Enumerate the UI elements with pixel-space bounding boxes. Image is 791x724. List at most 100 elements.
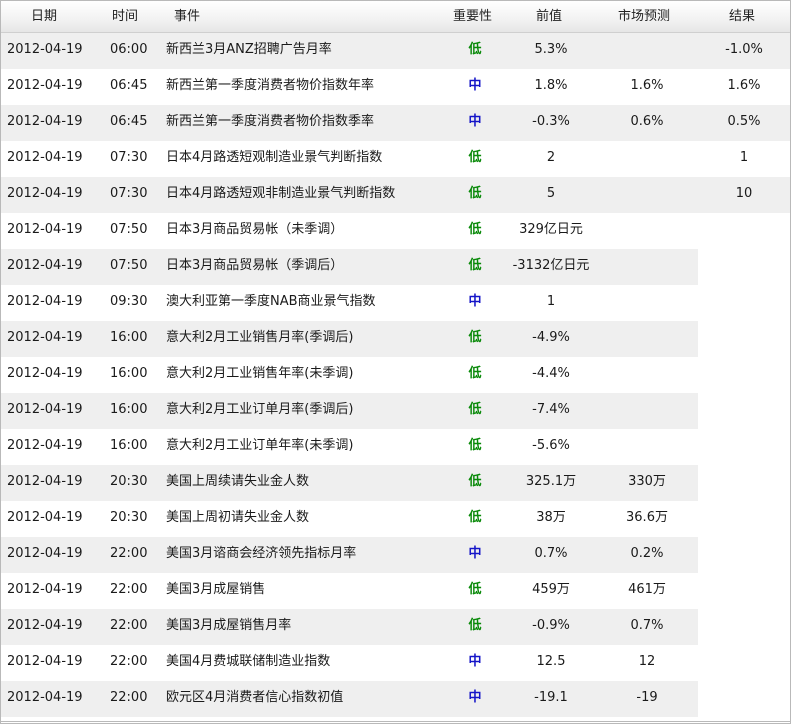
cell-result: 10 [735, 186, 753, 201]
cell-time: 07:50 [110, 222, 148, 237]
cell-importance: 低 [468, 330, 482, 345]
cell-result: 1.6% [727, 78, 761, 93]
cell-result [699, 609, 789, 645]
cell-forecast: 1.6% [630, 78, 664, 93]
cell-time: 22:00 [110, 618, 148, 633]
table-row: 2012-04-19 16:00 意大利2月工业销售月率(季调后) 低 -4.9% [1, 321, 790, 357]
cell-previous: -4.9% [532, 330, 570, 345]
cell-importance: 低 [468, 402, 482, 417]
cell-forecast [599, 393, 695, 429]
cell-time: 07:50 [110, 258, 148, 273]
cell-event: 美国3月谘商会经济领先指标月率 [166, 546, 357, 561]
cell-forecast [599, 321, 695, 357]
table-row: 2012-04-19 22:00 欧元区4月消费者信心指数初值 中 -19.1 -19 [1, 681, 790, 717]
header-previous: 前值 [536, 9, 563, 24]
cell-event: 日本3月商品贸易帐（未季调） [166, 222, 344, 237]
cell-time: 22:00 [110, 690, 148, 705]
cell-forecast [599, 429, 695, 465]
cell-time: 09:30 [110, 294, 148, 309]
table-row: 2012-04-19 09:30 澳大利亚第一季度NAB商业景气指数 中 1 [1, 285, 790, 321]
cell-forecast: 0.7% [630, 618, 664, 633]
cell-result [699, 321, 789, 357]
cell-previous: 12.5 [536, 654, 566, 669]
cell-time: 16:00 [110, 402, 148, 417]
cell-result: 1 [739, 150, 749, 165]
table-row: 2012-04-19 07:50 日本3月商品贸易帐（未季调） 低 329亿日元 [1, 213, 790, 249]
header-importance: 重要性 [453, 9, 493, 24]
cell-date: 2012-04-19 [7, 690, 83, 705]
cell-forecast [599, 177, 695, 213]
table-row: 2012-04-19 06:45 新西兰第一季度消费者物价指数年率 中 1.8% 1.6%… [1, 69, 790, 105]
cell-importance: 低 [468, 510, 482, 525]
cell-previous: -0.3% [532, 114, 570, 129]
cell-result [699, 537, 789, 573]
cell-date: 2012-04-19 [7, 78, 83, 93]
cell-event: 意大利2月工业销售月率(季调后) [166, 330, 354, 345]
cell-previous: -5.6% [532, 438, 570, 453]
cell-forecast [599, 213, 695, 249]
cell-date: 2012-04-19 [7, 294, 83, 309]
cell-forecast: -19 [636, 690, 658, 705]
cell-importance: 中 [468, 114, 482, 129]
cell-importance: 中 [468, 654, 482, 669]
cell-importance: 低 [468, 438, 482, 453]
header-result: 结果 [729, 9, 756, 24]
table-row: 2012-04-19 16:00 意大利2月工业订单月率(季调后) 低 -7.4% [1, 393, 790, 429]
cell-previous: 2 [546, 150, 556, 165]
cell-time: 16:00 [110, 438, 148, 453]
cell-forecast: 36.6万 [626, 510, 668, 525]
cell-forecast [599, 285, 695, 321]
cell-importance: 低 [468, 258, 482, 273]
cell-forecast [599, 33, 695, 69]
cell-result [699, 501, 789, 537]
cell-time: 16:00 [110, 330, 148, 345]
cell-importance: 中 [468, 294, 482, 309]
table-row: 2012-04-19 07:30 日本4月路透短观制造业景气判断指数 低 2 1 [1, 141, 790, 177]
table-header: 日期 时间 事件 重要性 前值 市场预测 结果 [1, 1, 790, 33]
cell-previous: 0.7% [534, 546, 568, 561]
header-date: 日期 [31, 9, 58, 24]
cell-date: 2012-04-19 [7, 402, 83, 417]
cell-result [699, 429, 789, 465]
cell-date: 2012-04-19 [7, 330, 83, 345]
table-row: 2012-04-19 22:00 美国3月成屋销售 低 459万 461万 [1, 573, 790, 609]
cell-result [699, 285, 789, 321]
cell-importance: 中 [468, 78, 482, 93]
cell-previous: 38万 [536, 510, 566, 525]
cell-previous: 1 [546, 294, 556, 309]
cell-event: 欧元区4月消费者信心指数初值 [166, 690, 344, 705]
cell-date: 2012-04-19 [7, 618, 83, 633]
cell-importance: 低 [468, 618, 482, 633]
cell-forecast [599, 249, 695, 285]
cell-result [699, 249, 789, 285]
cell-forecast: 330万 [628, 474, 666, 489]
table-row: 2012-04-19 16:00 意大利2月工业订单年率(未季调) 低 -5.6% [1, 429, 790, 465]
cell-previous: -4.4% [532, 366, 570, 381]
cell-event: 澳大利亚第一季度NAB商业景气指数 [166, 294, 376, 309]
table-row: 2012-04-19 20:30 美国上周初请失业金人数 低 38万 36.6万 [1, 501, 790, 537]
cell-previous: -3132亿日元 [512, 258, 590, 273]
cell-time: 06:45 [110, 78, 148, 93]
cell-date: 2012-04-19 [7, 258, 83, 273]
cell-previous: -19.1 [534, 690, 568, 705]
cell-previous: 1.8% [534, 78, 568, 93]
cell-time: 22:00 [110, 546, 148, 561]
table-bottom-border [1, 721, 790, 722]
cell-date: 2012-04-19 [7, 474, 83, 489]
cell-time: 20:30 [110, 510, 148, 525]
cell-event: 美国3月成屋销售月率 [166, 618, 292, 633]
cell-previous: 459万 [532, 582, 570, 597]
table-row: 2012-04-19 07:50 日本3月商品贸易帐（季调后） 低 -3132亿日元 [1, 249, 790, 285]
cell-event: 意大利2月工业订单月率(季调后) [166, 402, 354, 417]
cell-event: 意大利2月工业销售年率(未季调) [166, 366, 354, 381]
cell-previous: 5.3% [534, 42, 568, 57]
cell-result: 0.5% [727, 114, 761, 129]
cell-result [699, 573, 789, 609]
cell-event: 美国上周续请失业金人数 [166, 474, 310, 489]
table-row: 2012-04-19 16:00 意大利2月工业销售年率(未季调) 低 -4.4% [1, 357, 790, 393]
table-row: 2012-04-19 20:30 美国上周续请失业金人数 低 325.1万 330万 [1, 465, 790, 501]
cell-time: 16:00 [110, 366, 148, 381]
cell-date: 2012-04-19 [7, 546, 83, 561]
cell-result [699, 213, 789, 249]
cell-importance: 低 [468, 366, 482, 381]
